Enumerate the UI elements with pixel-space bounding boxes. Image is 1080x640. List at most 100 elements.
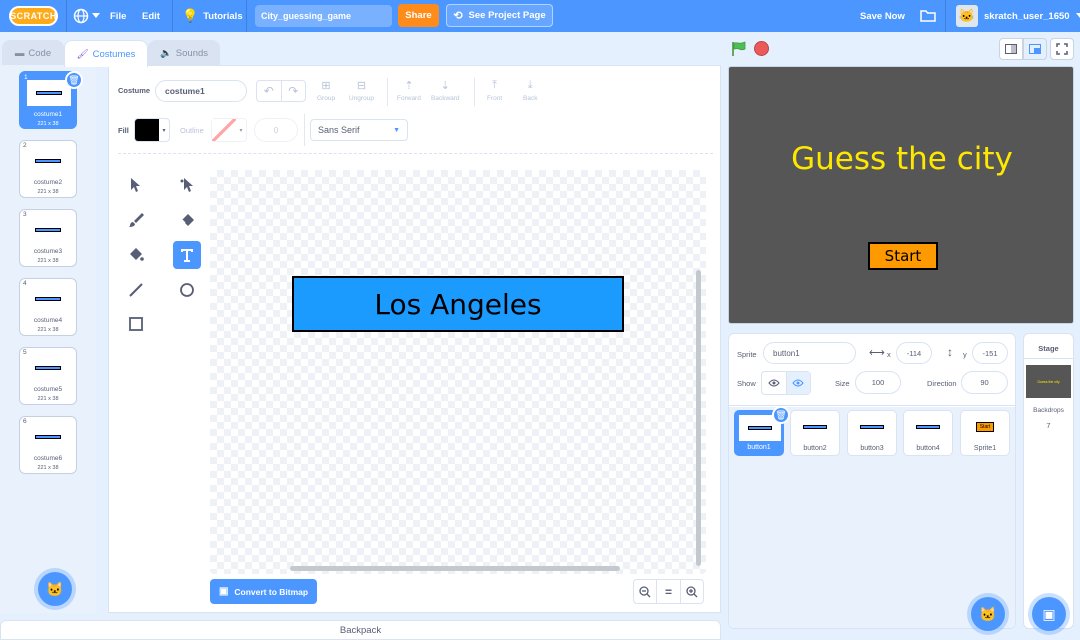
delete-costume-button[interactable]: 🗑 [65,71,83,89]
y-input[interactable]: -151 [972,342,1008,364]
direction-label: Direction [927,379,957,388]
fill-swatch [135,119,159,141]
forward-button[interactable]: ⇡ Forward [397,79,421,102]
scratch-logo[interactable]: SCRATCH [9,6,58,26]
horizontal-scrollbar[interactable] [290,566,620,571]
costume-thumb[interactable]: 3 costume3 221 x 38 [19,209,77,267]
tab-sounds[interactable]: 🔈 Sounds [148,40,220,66]
brush-tool[interactable] [122,206,150,234]
costume-thumb[interactable]: 4 costume4 221 x 38 [19,278,77,336]
text-t-icon [181,249,193,262]
costume-thumb[interactable]: 6 costume6 221 x 38 [19,416,77,474]
ungroup-button[interactable]: ⊟ Ungroup [349,79,374,102]
stop-button[interactable] [754,41,769,56]
convert-to-bitmap-button[interactable]: ▣ Convert to Bitmap [210,579,317,604]
size-input[interactable]: 100 [855,371,901,394]
redo-button[interactable]: ↷ [282,81,306,101]
show-label: Show [737,379,756,388]
show-sprite-button[interactable] [762,372,787,394]
zoom-out-button[interactable] [634,580,658,603]
sprite-name-input[interactable]: button1 [763,342,856,364]
sprite-thumb[interactable]: button3 [847,410,897,456]
costume-image [26,217,70,243]
sprite-thumb[interactable]: Start Sprite1 [960,410,1010,456]
fullscreen-button[interactable] [1050,38,1074,60]
costume-thumb[interactable]: 5 costume5 221 x 38 [19,347,77,405]
x-input[interactable]: -114 [896,342,932,364]
large-stage-button[interactable] [1023,38,1047,60]
outline-swatch [212,119,236,141]
edit-menu[interactable]: Edit [142,0,160,32]
ungroup-icon: ⊟ [356,80,367,92]
outline-width-input[interactable]: 0 [254,118,298,142]
stage-canvas[interactable]: Guess the city Start [728,66,1074,324]
toolbar-separator [118,153,713,154]
brush-icon: 🖌 [76,48,89,60]
choose-backdrop-button[interactable]: ▣ [1032,597,1066,631]
costume-name-input[interactable]: costume1 [155,80,247,102]
fill-color-picker[interactable]: ▾ [134,118,170,142]
fill-tool[interactable] [122,241,150,269]
share-button[interactable]: Share [398,4,439,27]
green-flag-button[interactable] [731,41,747,60]
image-add-icon: ▣ [1042,605,1056,622]
project-title-input[interactable]: City_guessing_game [255,5,392,27]
image-icon: ▣ [218,586,229,597]
costume-size: 221 x 38 [37,465,59,471]
costume-button-shape[interactable]: Los Angeles [292,276,624,332]
front-button[interactable]: ⤒ Front [487,79,502,102]
fill-label: Fill [118,126,129,135]
front-label: Front [487,95,503,102]
circle-tool[interactable] [173,276,201,304]
chevron-down-icon: ▾ [162,127,166,134]
stage-selector-panel[interactable]: Stage Guess the city Backdrops 7 [1023,333,1074,629]
undo-button[interactable]: ↶ [257,81,282,101]
tutorials-button[interactable]: 💡 Tutorials [182,0,243,32]
reshape-tool[interactable] [173,171,201,199]
select-tool[interactable] [122,171,150,199]
account-menu[interactable]: 🐱 skratch_user_1650 [956,5,1080,27]
tab-code[interactable]: ▬ Code [2,40,64,66]
line-tool[interactable] [122,276,150,304]
sprite-thumb[interactable]: button4 [903,410,953,456]
font-dropdown[interactable]: Sans Serif ▼ [310,119,408,141]
redo-icon: ↷ [288,84,299,98]
save-now-button[interactable]: Save Now [860,0,905,32]
costume-thumb[interactable]: 1 costume1 221 x 38 🗑 [19,71,83,129]
choose-sprite-button[interactable]: 🐱 [971,597,1005,631]
backward-button[interactable]: ⇣ Backward [431,79,460,102]
small-stage-button[interactable] [999,38,1023,60]
backdrops-label: Backdrops [1033,407,1064,414]
back-button[interactable]: ⤓ Back [523,79,537,102]
toolbar-divider [474,78,475,106]
vertical-scrollbar[interactable] [696,270,701,566]
text-tool[interactable] [173,241,201,269]
paint-canvas[interactable]: Los Angeles [210,170,706,574]
see-project-page-button[interactable]: ⟲ See Project Page [446,4,553,27]
group-label: Group [317,95,336,102]
direction-input[interactable]: 90 [961,371,1008,394]
outline-color-picker[interactable]: ▾ [211,118,247,142]
group-button[interactable]: ⊞ Group [317,79,335,102]
backpack-header[interactable]: Backpack [0,620,721,640]
rectangle-tool[interactable] [122,310,150,338]
tab-costumes[interactable]: 🖌 Costumes [64,40,148,67]
sprite-thumb[interactable]: button2 [790,410,840,456]
costume-thumb[interactable]: 2 costume2 221 x 38 [19,140,77,198]
costume-name: costume2 [33,179,63,186]
hide-sprite-button[interactable] [786,372,810,394]
choose-costume-button[interactable]: 🐱 [38,572,72,606]
zoom-in-button[interactable] [681,580,703,603]
delete-sprite-button[interactable]: 🗑 [772,406,790,424]
convert-to-bitmap-label: Convert to Bitmap [234,586,309,597]
stage-start-button[interactable]: Start [868,242,938,270]
sprite-thumb[interactable]: button1 🗑 [734,406,790,456]
zoom-reset-button[interactable]: = [657,580,681,603]
my-stuff-button[interactable] [920,8,936,22]
small-stage-icon [1005,44,1017,54]
trash-icon: 🗑 [68,74,80,85]
front-icon: ⤒ [492,79,498,91]
language-menu[interactable] [73,8,100,24]
file-menu[interactable]: File [110,0,126,32]
eraser-tool[interactable] [173,206,201,234]
